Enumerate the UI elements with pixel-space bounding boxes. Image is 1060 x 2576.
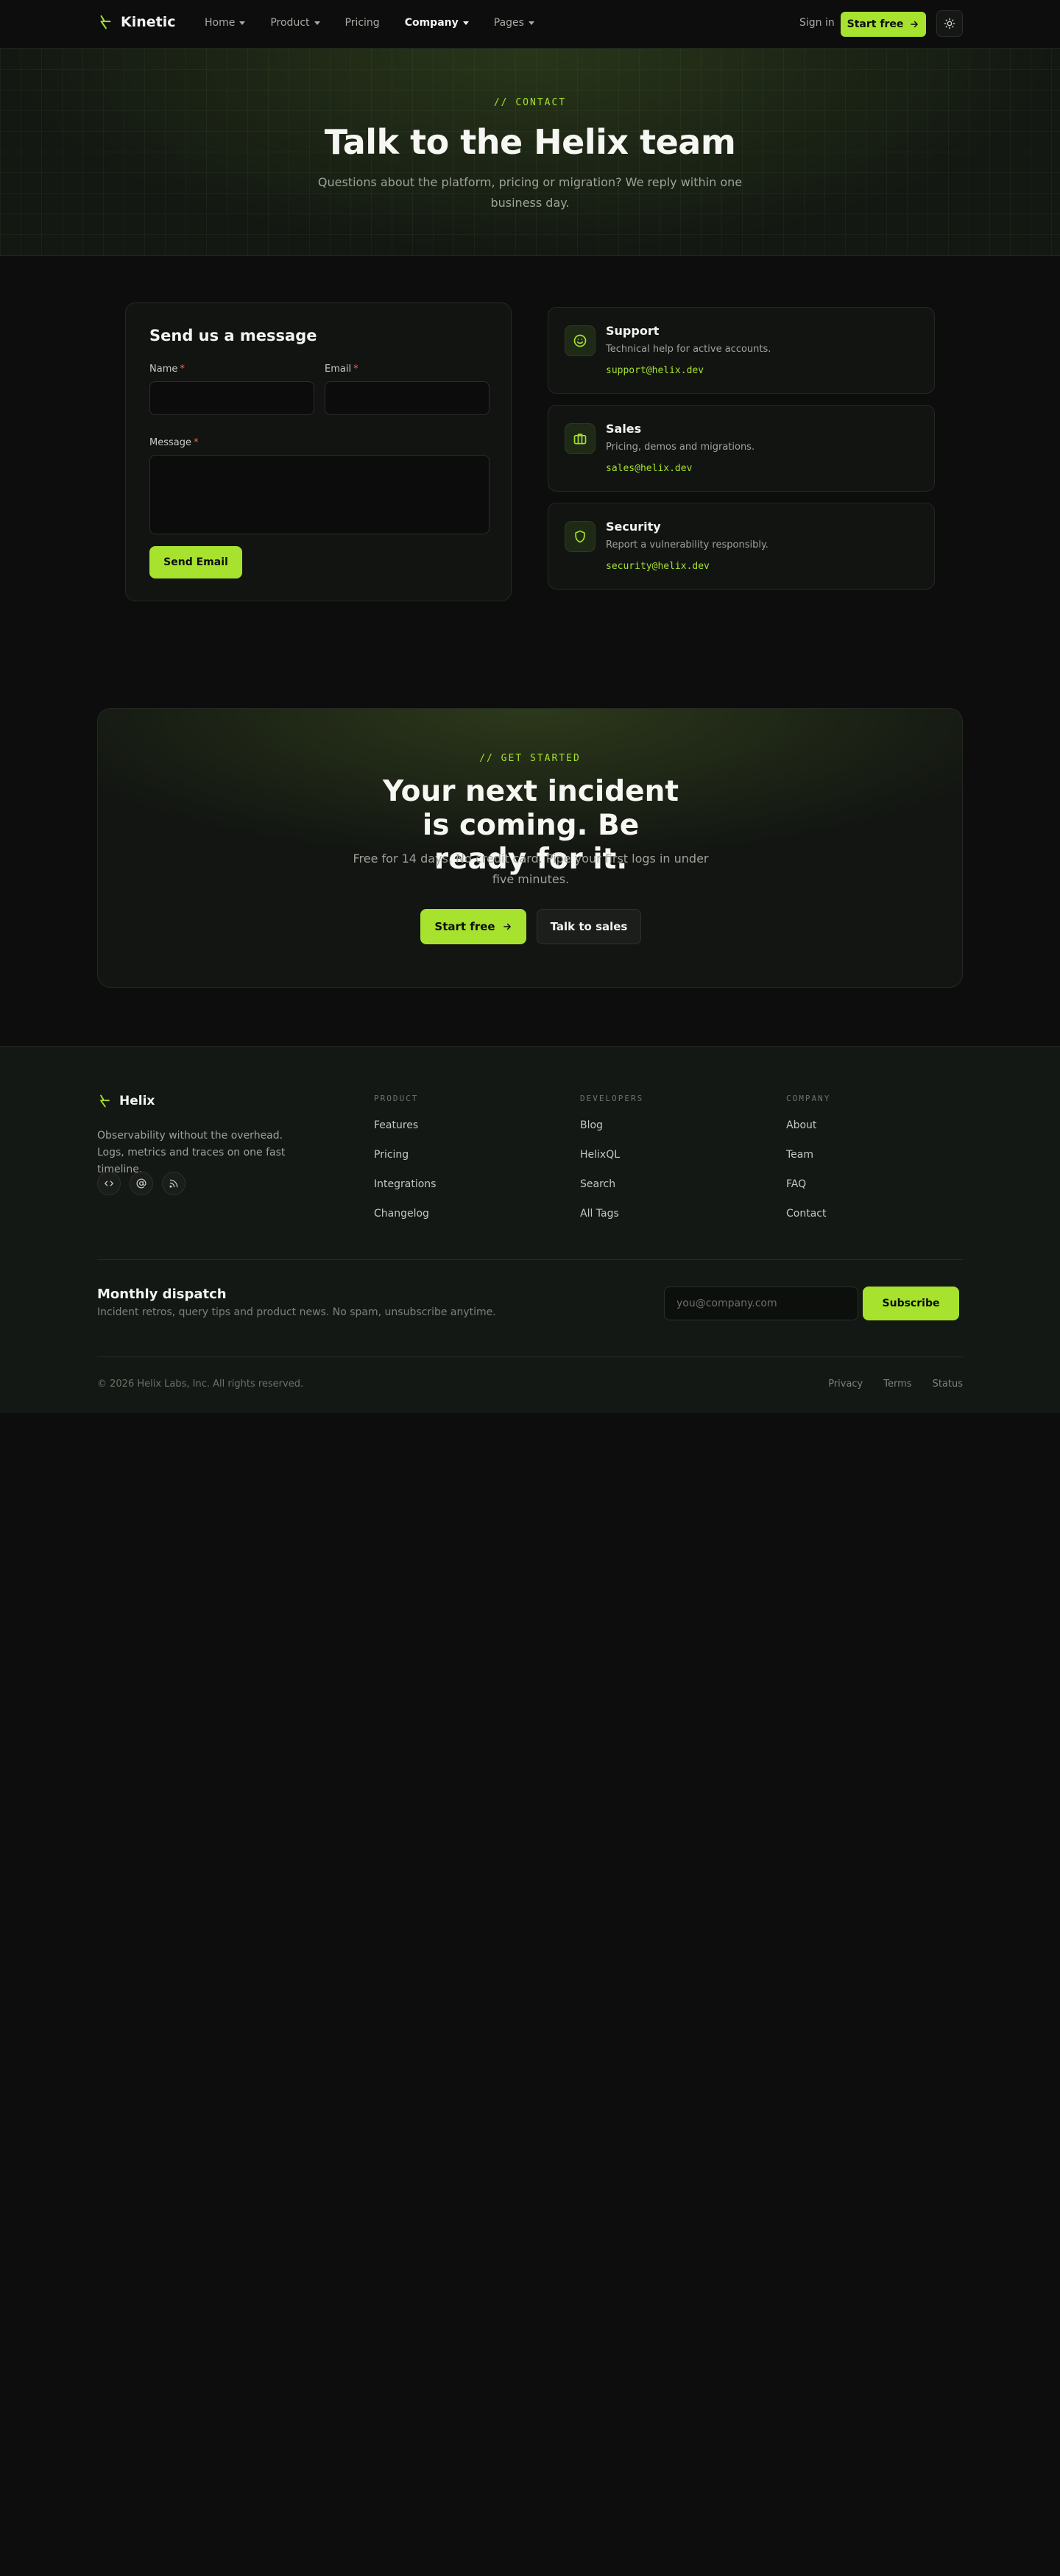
site-footer: Helix Observability without the overhead… [0, 1046, 1060, 1413]
legal-links: Privacy Terms Status [828, 1379, 963, 1390]
footer-link[interactable]: Changelog [374, 1208, 436, 1237]
footer-brand-name: Helix [119, 1094, 155, 1108]
subscribe-button[interactable]: Subscribe [863, 1287, 959, 1320]
hero-subtitle: Questions about the platform, pricing or… [317, 175, 743, 210]
footer-link[interactable]: About [786, 1119, 830, 1149]
footer-link[interactable]: All Tags [580, 1208, 643, 1237]
cta-eyebrow: // GET STARTED [479, 753, 581, 764]
hero-eyebrow: // CONTACT [493, 97, 567, 108]
sun-icon [944, 18, 955, 29]
contact-card-desc: Report a vulnerability responsibly. [606, 539, 768, 551]
footer-column-heading: DEVELOPERS [580, 1094, 644, 1103]
arrow-right-icon [909, 19, 919, 29]
footer-link[interactable]: Blog [580, 1119, 643, 1149]
chevron-down-icon [239, 21, 246, 25]
at-icon[interactable] [130, 1172, 153, 1195]
contact-card-desc: Technical help for active accounts. [606, 344, 771, 355]
footer-link[interactable]: Team [786, 1149, 830, 1178]
footer-column-company: COMPANY About Team FAQ Contact [786, 1094, 830, 1237]
bolt-logo-icon [97, 1094, 112, 1108]
talk-to-sales-button[interactable]: Talk to sales [537, 909, 641, 944]
footer-column-heading: PRODUCT [374, 1094, 419, 1103]
footer-link[interactable]: Search [580, 1178, 643, 1208]
top-nav: Kinetic Home Product Pricing Company Pag… [0, 0, 1060, 49]
chevron-down-icon [314, 21, 320, 25]
sign-in-link[interactable]: Sign in [799, 17, 835, 29]
name-input[interactable] [149, 381, 314, 415]
hero-section: // CONTACT Talk to the Helix team Questi… [0, 49, 1060, 256]
bolt-logo-icon [97, 14, 113, 30]
send-email-button[interactable]: Send Email [149, 546, 242, 578]
shield-icon [565, 521, 596, 552]
footer-link[interactable]: Contact [786, 1208, 830, 1237]
status-link[interactable]: Status [933, 1379, 963, 1390]
name-label: Name * [149, 364, 185, 375]
email-input[interactable] [325, 381, 490, 415]
contact-card-security: Security Report a vulnerability responsi… [548, 503, 935, 590]
security-email-link[interactable]: security@helix.dev [606, 561, 710, 572]
terms-link[interactable]: Terms [883, 1379, 911, 1390]
privacy-link[interactable]: Privacy [828, 1379, 863, 1390]
page-title: Talk to the Helix team [324, 122, 736, 162]
nav-link-product[interactable]: Product [270, 17, 320, 29]
briefcase-icon [565, 423, 596, 454]
contact-form-card: Send us a message Name * Email * Message * … [125, 302, 512, 601]
contact-card-title: Security [606, 520, 661, 534]
message-label: Message * [149, 437, 199, 448]
sales-email-link[interactable]: sales@helix.dev [606, 463, 692, 474]
form-title: Send us a message [149, 327, 317, 344]
footer-link[interactable]: FAQ [786, 1178, 830, 1208]
footer-link[interactable]: HelixQL [580, 1149, 643, 1178]
footer-link[interactable]: Features [374, 1119, 436, 1149]
nav-link-pricing[interactable]: Pricing [345, 17, 380, 29]
nav-link-home[interactable]: Home [205, 17, 246, 29]
theme-toggle-button[interactable] [936, 10, 963, 37]
nav-link-pages[interactable]: Pages [494, 17, 534, 29]
start-free-button[interactable]: Start free [841, 12, 926, 37]
copyright: © 2026 Helix Labs, Inc. All rights reser… [97, 1379, 304, 1390]
nav-links: Home Product Pricing Company Pages [205, 17, 534, 29]
arrow-right-icon [502, 921, 512, 932]
contact-card-desc: Pricing, demos and migrations. [606, 442, 755, 453]
footer-divider [97, 1259, 963, 1260]
chevron-down-icon [528, 21, 534, 25]
email-label: Email * [325, 364, 358, 375]
code-icon[interactable] [97, 1172, 121, 1195]
footer-tagline: Observability without the overhead. Logs… [97, 1130, 286, 1175]
brand-logo[interactable]: Kinetic [97, 14, 176, 30]
cta-section: // GET STARTED Your next incident is com… [97, 708, 963, 988]
footer-link[interactable]: Integrations [374, 1178, 436, 1208]
contact-card-title: Support [606, 324, 660, 338]
footer-brand-logo[interactable]: Helix [97, 1094, 155, 1108]
footer-link[interactable]: Pricing [374, 1149, 436, 1178]
contact-card-sales: Sales Pricing, demos and migrations. sal… [548, 405, 935, 492]
footer-column-developers: DEVELOPERS Blog HelixQL Search All Tags [580, 1094, 643, 1237]
footer-column-heading: COMPANY [786, 1094, 831, 1103]
brand-name: Kinetic [121, 14, 176, 30]
newsletter-title: Monthly dispatch [97, 1287, 227, 1302]
chevron-down-icon [462, 21, 469, 25]
cta-subtitle: Free for 14 days. No credit card. Pipe y… [353, 852, 709, 886]
rss-icon[interactable] [162, 1172, 186, 1195]
support-email-link[interactable]: support@helix.dev [606, 365, 704, 376]
cta-start-free-button[interactable]: Start free [420, 909, 526, 944]
footer-column-product: PRODUCT Features Pricing Integrations Ch… [374, 1094, 436, 1237]
newsletter-desc: Incident retros, query tips and product … [97, 1306, 496, 1318]
smile-icon [565, 325, 596, 356]
contact-card-support: Support Technical help for active accoun… [548, 307, 935, 394]
nav-link-company[interactable]: Company [405, 17, 469, 29]
message-textarea[interactable] [149, 455, 490, 534]
footer-divider [97, 1356, 963, 1357]
contact-card-title: Sales [606, 422, 642, 436]
newsletter-email-input[interactable] [664, 1287, 858, 1320]
